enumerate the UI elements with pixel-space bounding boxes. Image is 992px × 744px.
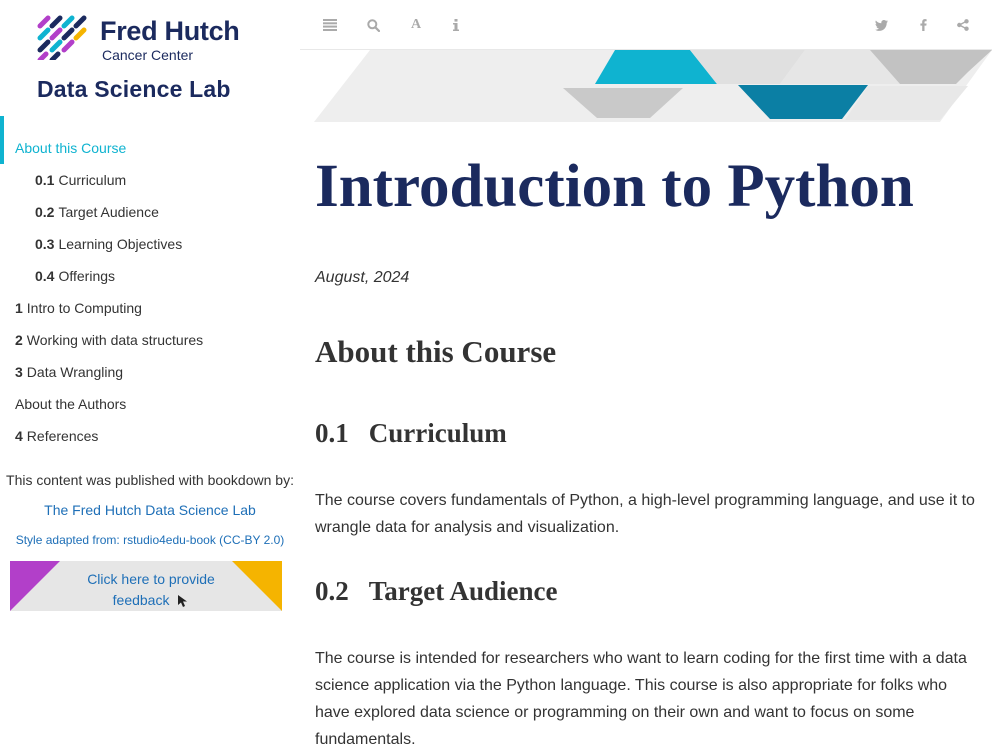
toc-item-number: 2 [15,332,23,348]
sidebar-toggle-icon [323,19,337,31]
search-icon [366,18,380,32]
toc-item-references[interactable]: 4 References [0,420,300,452]
feedback-button[interactable]: Click here to provide feedback [10,561,282,611]
subsection-heading-target-audience: 0.2 Target Audience [315,576,558,607]
fred-hutch-logo-mark-icon [37,15,87,60]
toc-item-number: 0.3 [35,236,55,252]
curriculum-paragraph: The course covers fundamentals of Python… [315,492,975,536]
toc-item-working-with-data-structures[interactable]: 2 Working with data structures [0,324,300,356]
font-settings-button[interactable]: A [405,14,427,36]
subsection-number: 0.1 [315,418,349,448]
logo-lab-name: Data Science Lab [37,76,231,102]
toc-item-label: References [26,428,99,444]
publisher-link[interactable]: The Fred Hutch Data Science Lab [0,502,300,518]
facebook-icon [919,19,927,31]
toc-item-about-this-course[interactable]: About this Course [0,116,300,164]
header-banner [300,50,992,122]
toc-item-label: Working with data structures [26,332,204,348]
logo-subtitle: Cancer Center [102,47,194,63]
toc-item-number: 3 [15,364,23,380]
toc-item-label: Curriculum [58,172,127,188]
toc-item-number: 0.1 [35,172,55,188]
twitter-share-button[interactable] [870,14,892,36]
toc-item-curriculum[interactable]: 0.1 Curriculum [0,164,300,196]
target-audience-paragraph: The course is intended for researchers w… [315,650,967,744]
toc-item-label: About this Course [15,140,127,156]
toc-item-label: Target Audience [58,204,159,220]
feedback-purple-corner [10,561,60,611]
table-of-contents: About this Course 0.1 Curriculum 0.2 Targe… [0,116,300,452]
toc-item-learning-objectives[interactable]: 0.3 Learning Objectives [0,228,300,260]
subsection-title: Target Audience [368,576,558,606]
toc-item-data-wrangling[interactable]: 3 Data Wrangling [0,356,300,388]
book-title: Introduction to Python [315,153,914,220]
logo-title: Fred Hutch [100,16,240,46]
subsection-number: 0.2 [315,576,349,606]
toc-item-intro-to-computing[interactable]: 1 Intro to Computing [0,292,300,324]
feedback-yellow-corner [232,561,282,611]
toc-item-about-the-authors[interactable]: About the Authors [0,388,300,420]
section-heading: About this Course [315,334,557,369]
toc-item-target-audience[interactable]: 0.2 Target Audience [0,196,300,228]
feedback-label-wrap: Click here to provide feedback [70,569,232,611]
twitter-icon [874,19,888,31]
info-icon [453,19,459,31]
toc-item-number: 4 [15,428,23,444]
toc-item-label: Offerings [58,268,116,284]
toc-item-label: Learning Objectives [58,236,183,252]
book-toolbar: A [300,0,992,50]
sidebar-toggle-button[interactable] [319,14,341,36]
toc-item-offerings[interactable]: 0.4 Offerings [0,260,300,292]
publish-date: August, 2024 [315,269,410,286]
mouse-cursor-icon [178,595,188,608]
toc-item-number: 1 [15,300,23,316]
banner-graphic [314,50,992,122]
facebook-share-button[interactable] [912,14,934,36]
toc-item-label: About the Authors [15,396,127,412]
fred-hutch-logo[interactable]: Fred Hutch Cancer Center Data Science La… [36,10,246,105]
style-credit-link[interactable]: Style adapted from: rstudio4edu-book (CC… [0,533,300,547]
subsection-heading-curriculum: 0.1 Curriculum [315,418,507,449]
share-icon [957,19,969,31]
search-button[interactable] [362,14,384,36]
toc-item-label: Data Wrangling [26,364,124,380]
share-button[interactable] [952,14,974,36]
toc-item-label: Intro to Computing [26,300,142,316]
toc-item-number: 0.2 [35,204,55,220]
published-with-text: This content was published with bookdown… [6,472,294,488]
subsection-title: Curriculum [368,418,507,448]
sidebar: Fred Hutch Cancer Center Data Science La… [0,0,300,744]
toc-item-number: 0.4 [35,268,55,284]
feedback-label: Click here to provide feedback [87,571,215,608]
font-settings-icon: A [410,17,422,32]
info-button[interactable] [445,14,467,36]
